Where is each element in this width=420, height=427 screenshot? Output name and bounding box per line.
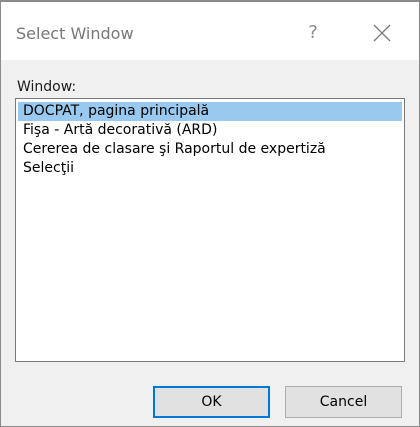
close-icon [373,24,391,42]
select-window-dialog: Select Window ? Window: DOCPAT, pagina p… [0,0,420,427]
window-field-label: Window: [17,79,77,95]
list-item-cererea-de-clasare[interactable]: Cererea de clasare şi Raportul de expert… [18,140,402,159]
list-item-selectii[interactable]: Selecţii [18,159,402,178]
cancel-button[interactable]: Cancel [285,386,402,418]
help-button[interactable]: ? [296,16,330,50]
title-bar[interactable]: Select Window ? [1,2,419,60]
dialog-title: Select Window [16,24,134,43]
question-mark-icon: ? [308,22,318,43]
window-listbox[interactable]: DOCPAT, pagina principală Fişa - Artă de… [15,98,405,362]
close-button[interactable] [371,22,393,44]
list-item-fisa-arta-decorativa[interactable]: Fişa - Artă decorativă (ARD) [18,121,402,140]
list-item-docpat[interactable]: DOCPAT, pagina principală [18,102,402,121]
ok-button[interactable]: OK [153,386,270,418]
